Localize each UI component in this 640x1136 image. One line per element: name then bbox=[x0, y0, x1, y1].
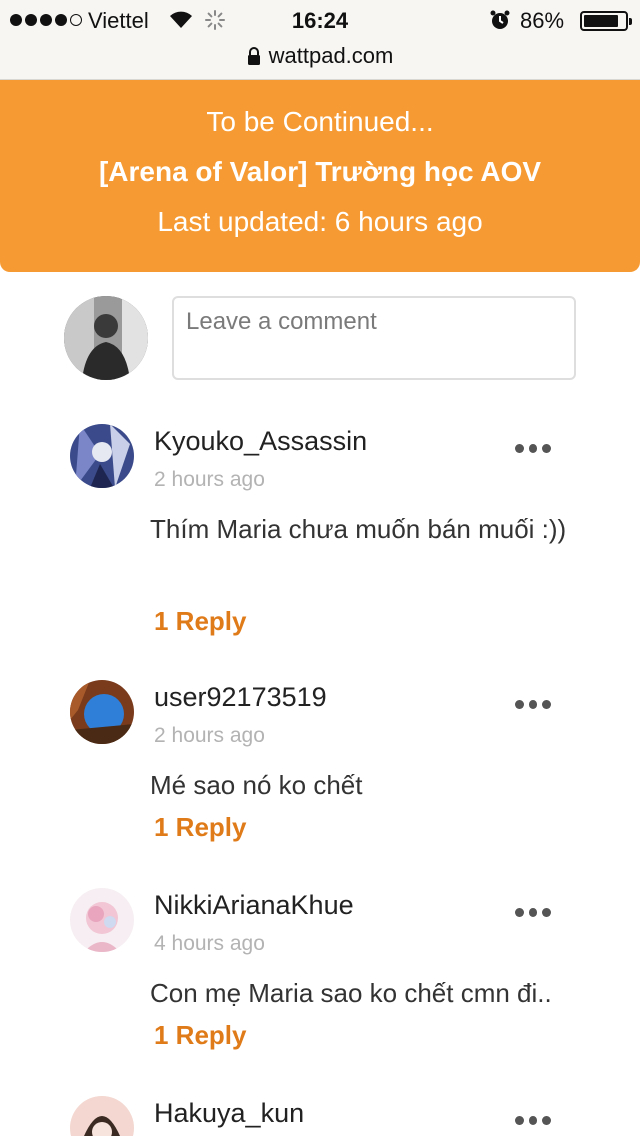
battery-percentage: 86% bbox=[520, 8, 565, 33]
comment-input[interactable] bbox=[172, 296, 576, 380]
comment-username[interactable]: NikkiArianaKhue bbox=[154, 890, 354, 921]
reply-link[interactable]: 1 Reply bbox=[154, 1020, 247, 1051]
story-banner: To be Continued... [Arena of Valor] Trườ… bbox=[0, 80, 640, 272]
comment-text: Con mẹ Maria sao ko chết cmn đi.. bbox=[150, 978, 552, 1008]
user-avatar[interactable] bbox=[70, 1096, 134, 1136]
current-user-avatar bbox=[64, 296, 148, 380]
more-options-icon[interactable] bbox=[515, 444, 552, 456]
story-title-link[interactable]: [Arena of Valor] Trường học AOV bbox=[0, 156, 640, 188]
status-bar: Viettel 16:24 86% bbox=[0, 0, 640, 40]
comment-timestamp: 2 hours ago bbox=[154, 468, 265, 491]
comment-username[interactable]: user92173519 bbox=[154, 682, 327, 713]
comment-text: Mé sao nó ko chết bbox=[150, 770, 363, 800]
user-avatar[interactable] bbox=[70, 888, 134, 952]
more-options-icon[interactable] bbox=[515, 700, 552, 712]
comment-timestamp: 4 hours ago bbox=[154, 932, 265, 955]
more-options-icon[interactable] bbox=[515, 908, 552, 920]
address-bar[interactable]: wattpad.com bbox=[0, 40, 640, 72]
reply-link[interactable]: 1 Reply bbox=[154, 812, 247, 843]
more-options-icon[interactable] bbox=[515, 1116, 552, 1128]
story-status: To be Continued... bbox=[206, 106, 434, 137]
user-avatar[interactable] bbox=[70, 680, 134, 744]
lock-icon bbox=[247, 47, 260, 65]
reply-link[interactable]: 1 Reply bbox=[154, 606, 247, 637]
comment-username[interactable]: Kyouko_Assassin bbox=[154, 426, 367, 457]
battery-icon bbox=[580, 11, 632, 31]
comment-text: Thím Maria chưa muốn bán muối :)) bbox=[150, 514, 567, 544]
last-updated: Last updated: 6 hours ago bbox=[157, 206, 483, 237]
alarm-icon bbox=[490, 10, 510, 29]
url-text: wattpad.com bbox=[268, 43, 394, 68]
user-avatar[interactable] bbox=[70, 424, 134, 488]
comment-timestamp: 2 hours ago bbox=[154, 724, 265, 747]
comment-username[interactable]: Hakuya_kun bbox=[154, 1098, 304, 1129]
browser-chrome: Viettel 16:24 86% wattpad.com bbox=[0, 0, 640, 80]
